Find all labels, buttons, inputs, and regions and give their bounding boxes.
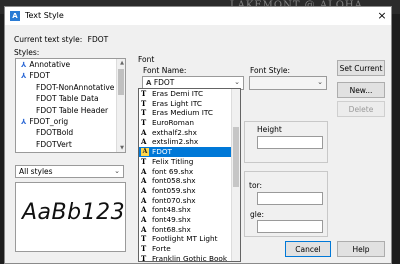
truetype-font-icon: T	[141, 108, 147, 118]
window-title: Text Style	[25, 11, 64, 20]
styles-list[interactable]: ⅄ Annotative ⅄ FDOT FDOT-NonAnnotative FDO…	[15, 58, 126, 153]
font-dropdown-scrollbar[interactable]	[231, 89, 240, 261]
chevron-down-icon: ⌄	[234, 78, 240, 86]
shx-font-icon: A	[141, 148, 149, 157]
list-item[interactable]: ⅄ FDOT_orig	[16, 116, 125, 127]
scroll-up-icon[interactable]: ▲	[120, 60, 124, 66]
list-item[interactable]: FDOT-NonAnnotative	[16, 82, 125, 93]
shx-font-icon: A	[141, 195, 147, 205]
font-option[interactable]: Aextslim2.shx	[139, 137, 240, 147]
font-option-selected[interactable]: A FDOT	[139, 147, 240, 157]
current-style-row: Current text style: FDOT	[14, 35, 108, 44]
truetype-font-icon: T	[141, 89, 147, 98]
truetype-font-icon: T	[141, 244, 147, 253]
height-field[interactable]	[257, 136, 323, 149]
delete-button[interactable]: Delete	[337, 101, 385, 117]
font-option[interactable]: T Footlight MT Light	[139, 234, 240, 244]
list-item[interactable]: ⅄ FDOT	[16, 70, 125, 81]
font-option[interactable]: Afont68.shx	[139, 225, 240, 235]
shx-font-icon: A	[141, 224, 147, 234]
list-item[interactable]: FDOT Table Header	[16, 105, 125, 116]
font-option[interactable]: Afont070.shx	[139, 196, 240, 206]
annotative-icon: ⅄	[21, 72, 27, 81]
font-option[interactable]: T EuroRoman	[139, 118, 240, 128]
truetype-font-icon: T	[141, 98, 147, 108]
current-style-value: FDOT	[87, 35, 109, 44]
shx-font-icon: A	[141, 214, 147, 224]
height-label: Height	[257, 125, 282, 134]
width-factor-label: tor:	[249, 181, 263, 190]
truetype-font-icon: T	[141, 118, 147, 128]
styles-label: Styles:	[14, 48, 40, 57]
style-preview: AaBb123	[15, 182, 126, 252]
shx-font-icon: A	[146, 79, 152, 87]
font-option[interactable]: T Felix Titling	[139, 157, 240, 167]
set-current-button[interactable]: Set Current	[337, 60, 385, 76]
chevron-down-icon: ⌄	[114, 167, 120, 175]
font-option[interactable]: Afont059.shx	[139, 186, 240, 196]
width-factor-field[interactable]	[257, 192, 323, 205]
list-item[interactable]: ⅄ Annotative	[16, 59, 125, 70]
shx-font-icon: A	[141, 137, 147, 147]
shx-font-icon: A	[141, 205, 147, 215]
font-option[interactable]: Afont48.shx	[139, 205, 240, 215]
current-style-label: Current text style:	[14, 35, 83, 44]
title-bar: A Text Style ×	[5, 7, 391, 25]
text-style-app-icon: A	[10, 11, 20, 21]
font-option[interactable]: T Forte	[139, 244, 240, 254]
font-option[interactable]: Afont49.shx	[139, 215, 240, 225]
font-option[interactable]: T Eras Medium ITC	[139, 108, 240, 118]
font-group-label: Font	[138, 55, 155, 64]
new-button[interactable]: New...	[337, 82, 385, 98]
styles-scrollbar[interactable]: ▲ ▼	[116, 59, 125, 152]
styles-filter-select[interactable]: All styles ⌄	[15, 165, 124, 178]
font-name-label: Font Name:	[143, 66, 187, 75]
font-option[interactable]: Afont058.shx	[139, 176, 240, 186]
font-style-label: Font Style:	[250, 66, 291, 75]
chevron-down-icon: ⌄	[317, 78, 323, 86]
font-option[interactable]: T Eras Demi ITC	[139, 89, 240, 99]
help-button[interactable]: Help	[337, 241, 385, 257]
font-option[interactable]: Afont 69.shx	[139, 167, 240, 177]
list-item[interactable]: FDOT Table Data	[16, 93, 125, 104]
truetype-font-icon: T	[141, 234, 147, 244]
annotative-icon: ⅄	[21, 117, 27, 126]
close-button[interactable]: ×	[375, 9, 389, 23]
font-name-dropdown[interactable]: T Eras Demi ITC T Eras Light ITC T Eras Med…	[138, 88, 241, 262]
scroll-thumb[interactable]	[118, 69, 124, 95]
font-style-select[interactable]: ⌄	[249, 76, 327, 90]
shx-font-icon: A	[141, 176, 147, 186]
truetype-font-icon: T	[141, 156, 147, 166]
shx-font-icon: A	[141, 166, 147, 176]
font-option[interactable]: Aexthalf2.shx	[139, 128, 240, 138]
scroll-thumb[interactable]	[233, 127, 239, 187]
oblique-angle-field[interactable]	[257, 220, 323, 233]
list-item[interactable]: FDOTBold	[16, 127, 125, 138]
cancel-button[interactable]: Cancel	[285, 241, 331, 257]
annotative-icon: ⅄	[21, 61, 27, 69]
truetype-font-icon: T	[141, 253, 147, 262]
font-option[interactable]: T Eras Light ITC	[139, 99, 240, 109]
shx-font-icon: A	[141, 127, 147, 137]
oblique-angle-label: gle:	[250, 210, 264, 219]
font-option[interactable]: T Franklin Gothic Book	[139, 253, 240, 262]
scroll-down-icon[interactable]: ▼	[120, 145, 124, 151]
shx-font-icon: A	[141, 185, 147, 195]
preview-text: AaBb123	[22, 200, 126, 225]
list-item[interactable]: FDOTVert	[16, 139, 125, 150]
